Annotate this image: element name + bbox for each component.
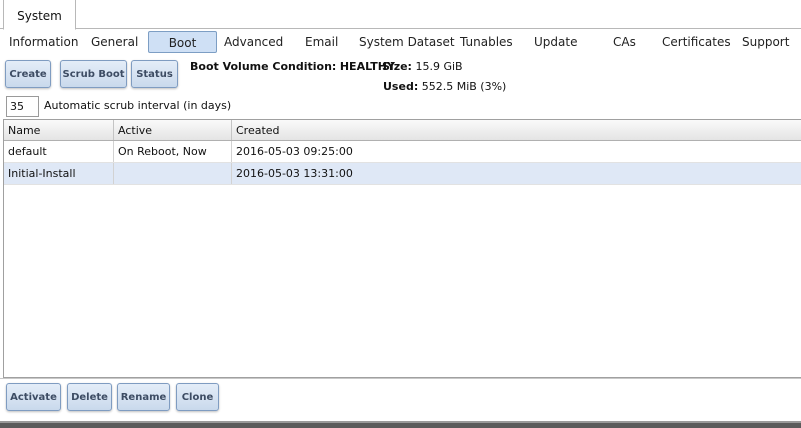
subnav-support[interactable]: Support <box>742 31 789 53</box>
cell-created: 2016-05-03 13:31:00 <box>236 167 353 180</box>
size-value: 15.9 GiB <box>415 60 463 73</box>
create-button[interactable]: Create <box>5 60 51 88</box>
subnav-general[interactable]: General <box>91 31 138 53</box>
delete-button[interactable]: Delete <box>67 383 112 411</box>
subnav-cas[interactable]: CAs <box>613 31 636 53</box>
subnav-advanced[interactable]: Advanced <box>224 31 283 53</box>
column-header-active[interactable]: Active <box>114 120 232 140</box>
cell-name: default <box>4 141 114 162</box>
cell-active <box>114 163 232 184</box>
scrub-interval-label: Automatic scrub interval (in days) <box>44 99 232 112</box>
used-label: Used: <box>383 80 419 93</box>
table-row[interactable]: default On Reboot, Now 2016-05-03 09:25:… <box>4 141 801 163</box>
status-button[interactable]: Status <box>131 60 178 88</box>
column-header-created[interactable]: Created <box>232 120 801 140</box>
scrub-boot-button[interactable]: Scrub Boot <box>60 60 127 88</box>
scrub-interval-input[interactable] <box>6 96 39 117</box>
used-value: 552.5 MiB (3%) <box>421 80 507 93</box>
system-subnav: Information General Boot Advanced Email … <box>0 30 801 56</box>
cell-created: 2016-05-03 09:25:00 <box>236 145 353 158</box>
boot-volume-size: Size: 15.9 GiB <box>382 60 463 73</box>
subnav-update[interactable]: Update <box>534 31 577 53</box>
rename-button[interactable]: Rename <box>117 383 170 411</box>
cell-active: On Reboot, Now <box>114 141 232 162</box>
subnav-email[interactable]: Email <box>305 31 338 53</box>
boot-volume-condition: Boot Volume Condition: HEALTHY <box>190 60 395 73</box>
cell-name: Initial-Install <box>4 163 114 184</box>
subnav-tunables[interactable]: Tunables <box>460 31 513 53</box>
action-bar: Activate Delete Rename Clone <box>0 378 801 423</box>
subnav-information[interactable]: Information <box>9 31 78 53</box>
window-bottom-edge <box>0 421 801 428</box>
subnav-system-dataset[interactable]: System Dataset <box>359 31 455 53</box>
table-row[interactable]: Initial-Install 2016-05-03 13:31:00 <box>4 163 801 185</box>
subnav-certificates[interactable]: Certificates <box>662 31 731 53</box>
tab-system[interactable]: System <box>3 0 76 30</box>
top-tab-strip: System <box>0 0 801 30</box>
clone-button[interactable]: Clone <box>176 383 219 411</box>
subnav-boot[interactable]: Boot <box>148 31 217 53</box>
condition-label: Boot Volume Condition: <box>190 60 337 73</box>
size-label: Size: <box>382 60 412 73</box>
column-header-name[interactable]: Name <box>4 120 114 140</box>
table-header: Name Active Created <box>4 120 801 141</box>
activate-button[interactable]: Activate <box>6 383 61 411</box>
boot-volume-used: Used: 552.5 MiB (3%) <box>383 80 506 93</box>
boot-environments-table: Name Active Created default On Reboot, N… <box>3 119 801 378</box>
